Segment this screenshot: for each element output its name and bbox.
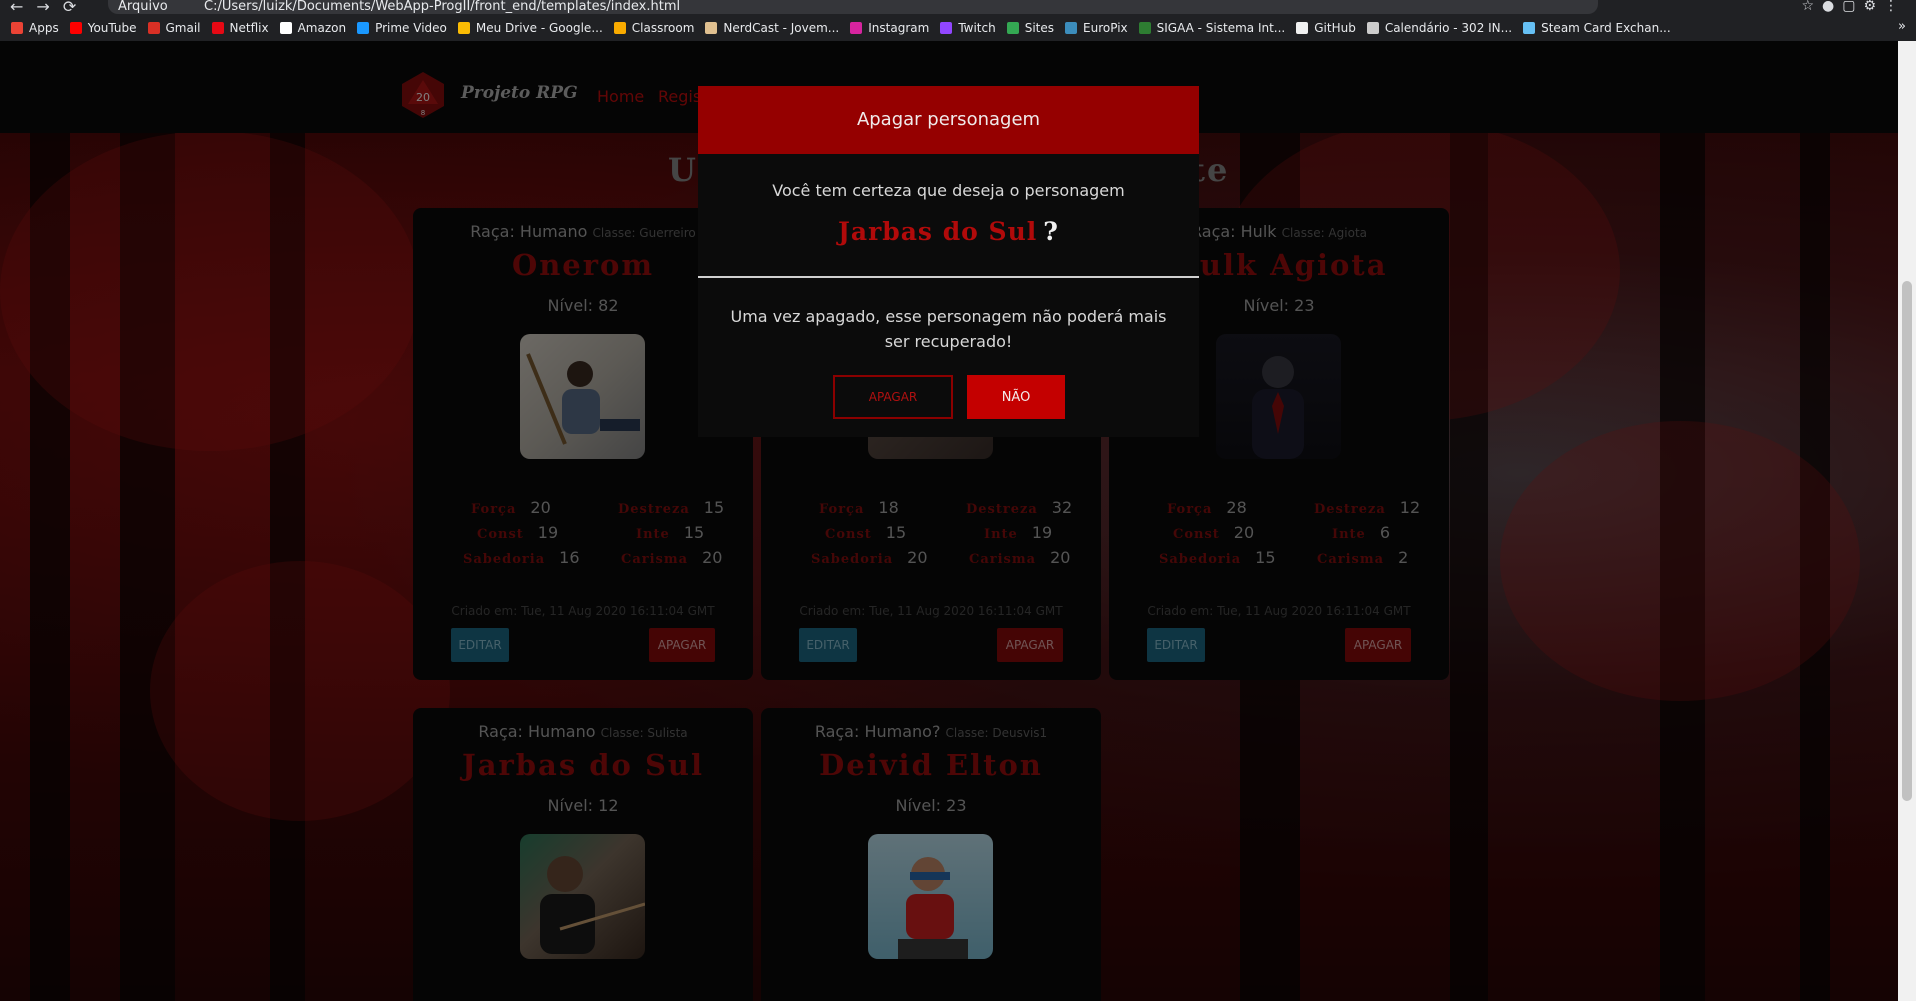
bookmark-label: GitHub (1314, 20, 1356, 35)
modal-warning: Uma vez apagado, esse personagem não pod… (730, 307, 1167, 351)
bookmark-item[interactable]: Netflix (211, 20, 269, 35)
browser-extension-icons[interactable]: ☆●▢⚙⋮ (1801, 0, 1906, 14)
bookmark-item[interactable]: Apps (11, 21, 59, 35)
cancel-delete-button[interactable]: NÃO (967, 375, 1065, 419)
bookmark-icon (940, 21, 953, 34)
bookmark-icon (1006, 21, 1019, 34)
modal-character-line: Jarbas do Sul? (698, 217, 1199, 246)
bookmark-icon (69, 21, 82, 34)
bookmark-item[interactable]: Classroom (613, 20, 695, 35)
bookmark-label: Amazon (297, 20, 347, 35)
modal-question: Você tem certeza que deseja o personagem (772, 181, 1125, 200)
bookmark-item[interactable]: Twitch (940, 20, 996, 35)
bookmark-item[interactable]: Instagram (850, 21, 929, 35)
confirm-delete-button[interactable]: APAGAR (833, 375, 953, 419)
bookmark-item[interactable]: Gmail (147, 20, 201, 35)
bookmark-label: Sites (1024, 20, 1055, 35)
bookmark-label: Gmail (165, 20, 201, 35)
bookmark-item[interactable]: GitHub (1296, 21, 1356, 35)
bookmark-label: Meu Drive - Google... (475, 20, 603, 35)
bookmark-label: EuroPix (1083, 20, 1128, 35)
bookmark-item[interactable]: NerdCast - Jovem... (705, 21, 839, 35)
bookmark-item[interactable]: Meu Drive - Google... (457, 20, 603, 35)
bookmark-icon (357, 21, 370, 34)
bookmark-label: Instagram (868, 20, 930, 35)
bookmark-item[interactable]: Steam Card Exchan... (1523, 21, 1671, 35)
bookmark-label: Apps (29, 20, 59, 35)
bookmark-icon (1296, 21, 1309, 34)
bookmark-label: Prime Video (375, 20, 447, 35)
bookmark-label: NerdCast - Jovem... (723, 20, 840, 35)
bookmark-item[interactable]: YouTube (69, 20, 137, 35)
bookmark-label: Calendário - 302 IN... (1384, 20, 1513, 35)
bookmark-icon (11, 21, 23, 34)
bookmark-label: Netflix (229, 20, 269, 35)
bookmark-icon (613, 21, 626, 34)
bookmark-label: Steam Card Exchan... (1541, 20, 1671, 35)
bookmark-label: Twitch (958, 20, 996, 35)
modal-divider (698, 276, 1199, 278)
delete-character-modal: Apagar personagem Você tem certeza que d… (698, 86, 1199, 437)
bookmark-item[interactable]: SIGAA - Sistema Int... (1138, 20, 1286, 35)
bookmark-icon (1366, 21, 1379, 34)
bookmark-icon (147, 21, 160, 34)
bookmark-icon (1138, 21, 1151, 34)
bookmark-label: Classroom (631, 20, 695, 35)
browser-toolbar: ←→⟳ Arquivo C:/Users/luizk/Documents/Web… (0, 0, 1916, 16)
bookmark-item[interactable]: EuroPix (1065, 21, 1128, 35)
bookmark-item[interactable]: Amazon (279, 20, 347, 35)
url-scheme: Arquivo (118, 0, 168, 14)
bookmarks-more-button[interactable]: » (1898, 19, 1906, 34)
bookmark-label: SIGAA - Sistema Int... (1156, 20, 1286, 35)
bookmark-item[interactable]: Prime Video (357, 21, 447, 35)
bookmark-icon (1065, 21, 1078, 34)
modal-question-mark: ? (1043, 217, 1059, 246)
bookmark-item[interactable]: Calendário - 302 IN... (1366, 20, 1513, 35)
bookmark-icon (705, 21, 718, 34)
modal-character-name: Jarbas do Sul (838, 217, 1038, 246)
page-scrollbar[interactable] (1898, 41, 1916, 1001)
bookmark-icon (457, 21, 470, 34)
bookmark-icon (850, 21, 863, 34)
bookmark-icon (211, 21, 224, 34)
url-text[interactable]: C:/Users/luizk/Documents/WebApp-ProgII/f… (204, 0, 680, 14)
bookmark-item[interactable]: Sites (1006, 20, 1055, 35)
bookmark-icon (279, 21, 292, 34)
modal-title: Apagar personagem (698, 86, 1199, 154)
scrollbar-thumb[interactable] (1902, 281, 1912, 801)
bookmarks-bar: Apps YouTube Gmail Netflix Amazon Prime Video… (0, 14, 1916, 41)
bookmark-label: YouTube (87, 20, 137, 35)
bookmark-icon (1523, 21, 1536, 34)
